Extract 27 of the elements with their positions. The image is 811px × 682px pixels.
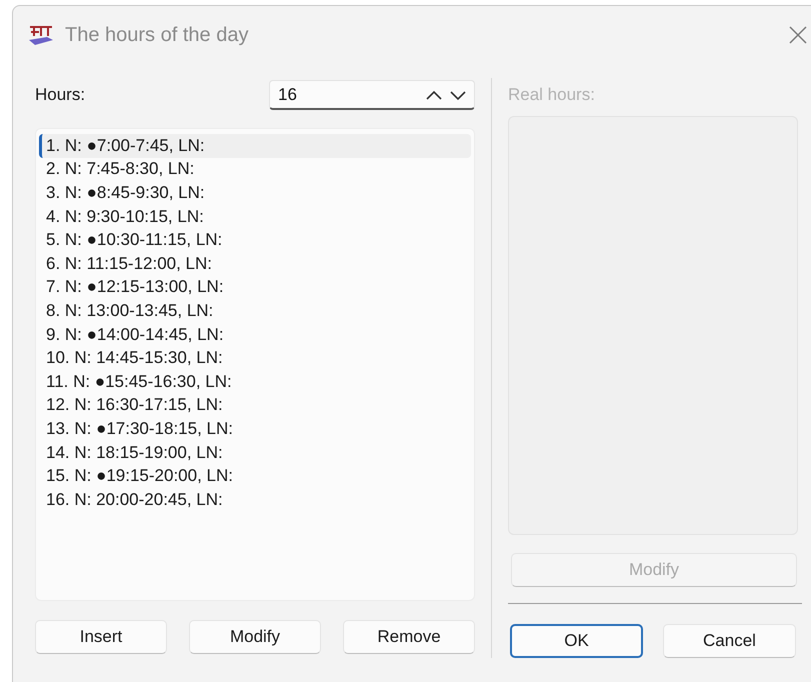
close-icon[interactable] bbox=[789, 26, 807, 44]
hours-spinner[interactable]: 16 bbox=[269, 80, 475, 110]
list-item[interactable]: 15. N: ●19:15-20:00, LN: bbox=[39, 464, 471, 488]
list-action-button[interactable]: Remove bbox=[343, 620, 475, 654]
list-item[interactable]: 13. N: ●17:30-18:15, LN: bbox=[39, 417, 471, 441]
logo-icon bbox=[27, 23, 55, 47]
window-title: The hours of the day bbox=[65, 24, 248, 46]
list-action-button[interactable]: Modify bbox=[189, 620, 321, 654]
list-item[interactable]: 9. N: ●14:00-14:45, LN: bbox=[39, 322, 471, 346]
list-item[interactable]: 5. N: ●10:30-11:15, LN: bbox=[39, 228, 471, 252]
list-action-button[interactable]: Insert bbox=[35, 620, 167, 654]
list-item[interactable]: 7. N: ●12:15-13:00, LN: bbox=[39, 276, 471, 300]
dialog-button[interactable]: Cancel bbox=[663, 624, 796, 658]
list-item[interactable]: 10. N: 14:45-15:30, LN: bbox=[39, 346, 471, 370]
list-item[interactable]: 12. N: 16:30-17:15, LN: bbox=[39, 394, 471, 418]
list-item[interactable]: 4. N: 9:30-10:15, LN: bbox=[39, 204, 471, 228]
list-item[interactable]: 11. N: ●15:45-16:30, LN: bbox=[39, 370, 471, 394]
list-item[interactable]: 2. N: 7:45-8:30, LN: bbox=[39, 158, 471, 182]
list-item[interactable]: 14. N: 18:15-19:00, LN: bbox=[39, 440, 471, 464]
list-item[interactable]: 8. N: 13:00-13:45, LN: bbox=[39, 299, 471, 323]
list-item[interactable]: 16. N: 20:00-20:45, LN: bbox=[39, 488, 471, 512]
hours-label: Hours: bbox=[35, 85, 86, 105]
real-hours-label: Real hours: bbox=[508, 84, 596, 106]
list-item[interactable]: 3. N: ●8:45-9:30, LN: bbox=[39, 181, 471, 205]
list-item[interactable]: 6. N: 11:15-12:00, LN: bbox=[39, 252, 471, 276]
list-item[interactable]: 1. N: ●7:00-7:45, LN: bbox=[39, 134, 471, 158]
dialog-button[interactable]: OK bbox=[510, 624, 643, 658]
